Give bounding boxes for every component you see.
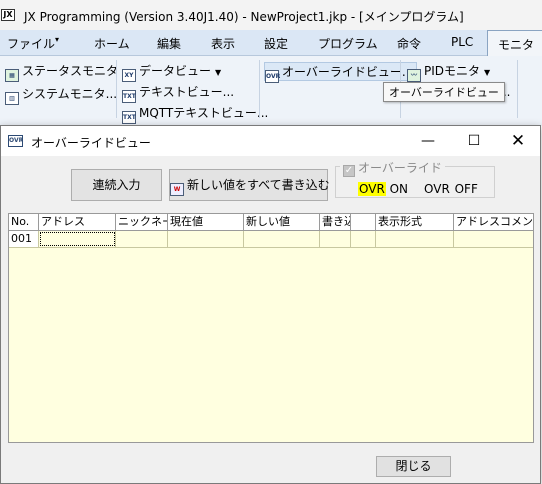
write-all-new-values-button[interactable]: W 新しい値をすべて書き込む <box>169 169 330 201</box>
minimize-button[interactable]: — <box>405 126 451 156</box>
maximize-button[interactable]: ☐ <box>451 126 497 156</box>
column-header-nickname[interactable]: ニックネーム <box>116 214 168 231</box>
row-number: 001 <box>9 231 39 247</box>
override-view-dialog: OVR オーバーライドビュー — ☐ ✕ 連続入力 W 新しい値をすべて書き込む … <box>0 125 541 484</box>
menu-file[interactable]: ファイル▾ <box>7 35 59 52</box>
status-monitor-icon: ▦ <box>5 69 19 82</box>
display-format-cell[interactable] <box>376 231 454 247</box>
table-row[interactable]: 001 <box>9 231 533 248</box>
dropdown-caret-icon: ▼ <box>484 68 491 77</box>
pid-monitor-button[interactable]: 〰 PIDモニタ ▼ <box>407 62 491 82</box>
column-header-new-value[interactable]: 新しい値 <box>244 214 320 231</box>
pid-monitor-icon: 〰 <box>407 69 421 82</box>
mqtt-text-view-icon: TXT <box>122 111 136 124</box>
app-title-bar: JX JX Programming (Version 3.40J1.40) - … <box>0 0 542 30</box>
address-cell[interactable] <box>39 231 116 247</box>
close-button[interactable]: 閉じる <box>376 456 451 477</box>
ribbon-divider <box>116 60 117 118</box>
menu-bar: ファイル▾ ホーム 編集 表示 設定 プログラム 命令 PLC モニタ <box>0 30 542 56</box>
column-header-blank[interactable] <box>351 214 376 231</box>
continuous-input-button[interactable]: 連続入力 <box>71 169 162 201</box>
menu-home[interactable]: ホーム <box>94 35 130 52</box>
current-value-cell[interactable] <box>168 231 244 247</box>
override-dialog-icon: OVR <box>8 135 23 147</box>
override-checkbox[interactable]: ✓ オーバーライド <box>340 159 445 177</box>
column-header-write[interactable]: 書き込 <box>320 214 351 231</box>
dialog-title-bar: OVR オーバーライドビュー — ☐ ✕ <box>1 126 540 156</box>
column-header-address[interactable]: アドレス <box>39 214 116 231</box>
ribbon-group-view: XY データビュー ▼ TXT テキストビュー... TXT MQTTテキストビュー..… <box>122 59 268 124</box>
nickname-cell[interactable] <box>116 231 168 247</box>
new-value-cell[interactable] <box>244 231 320 247</box>
status-monitor-button[interactable]: ▦ ステータスモニタ <box>5 62 118 82</box>
app-logo-icon: JX <box>1 9 15 21</box>
ribbon-divider <box>259 60 260 118</box>
menu-edit[interactable]: 編集 <box>157 35 181 52</box>
text-view-button[interactable]: TXT テキストビュー... <box>122 83 234 103</box>
checkbox-checked-icon: ✓ <box>343 165 355 177</box>
address-comment-cell[interactable] <box>454 231 533 247</box>
table-header: No. アドレス ニックネーム 現在値 新しい値 書き込 表示形式 アドレスコメ… <box>9 214 533 231</box>
menu-program[interactable]: プログラム <box>318 35 378 52</box>
override-view-tooltip: オーバーライドビュー <box>383 82 505 102</box>
text-view-icon: TXT <box>122 90 136 103</box>
mqtt-text-view-button[interactable]: TXT MQTTテキストビュー... <box>122 104 268 124</box>
menu-instruction[interactable]: 命令 <box>397 35 421 52</box>
dialog-title: オーバーライドビュー <box>31 136 151 150</box>
app-title: JX Programming (Version 3.40J1.40) - New… <box>24 10 464 24</box>
menu-settings[interactable]: 設定 <box>264 35 288 52</box>
menu-view[interactable]: 表示 <box>211 35 235 52</box>
close-window-button[interactable]: ✕ <box>495 126 541 156</box>
data-view-button[interactable]: XY データビュー ▼ <box>122 62 222 82</box>
system-monitor-icon: ▥ <box>5 92 19 105</box>
column-header-current-value[interactable]: 現在値 <box>168 214 244 231</box>
ribbon-divider <box>517 60 518 118</box>
menu-plc[interactable]: PLC <box>451 35 473 49</box>
column-header-display-format[interactable]: 表示形式 <box>376 214 454 231</box>
write-all-icon: W <box>170 183 184 196</box>
column-header-address-comment[interactable]: アドレスコメント <box>454 214 533 231</box>
ribbon-group-status: ▦ ステータスモニタ ▥ システムモニタ... <box>5 59 118 119</box>
write-cell[interactable] <box>320 231 351 247</box>
override-view-icon: OVR <box>265 70 280 83</box>
column-header-no[interactable]: No. <box>9 214 39 231</box>
dropdown-caret-icon: ▼ <box>215 68 222 77</box>
system-monitor-button[interactable]: ▥ システムモニタ... <box>5 85 117 105</box>
override-table[interactable]: No. アドレス ニックネーム 現在値 新しい値 書き込 表示形式 アドレスコメ… <box>8 213 534 443</box>
override-view-button[interactable]: OVR オーバーライドビュー... <box>264 62 418 83</box>
blank-cell[interactable] <box>351 231 376 247</box>
ovr-on-indicator: OVR ON <box>358 182 409 196</box>
menu-monitor[interactable]: モニタ <box>487 30 542 56</box>
data-view-icon: XY <box>122 69 136 82</box>
ovr-off-indicator: OVR OFF <box>424 182 478 196</box>
